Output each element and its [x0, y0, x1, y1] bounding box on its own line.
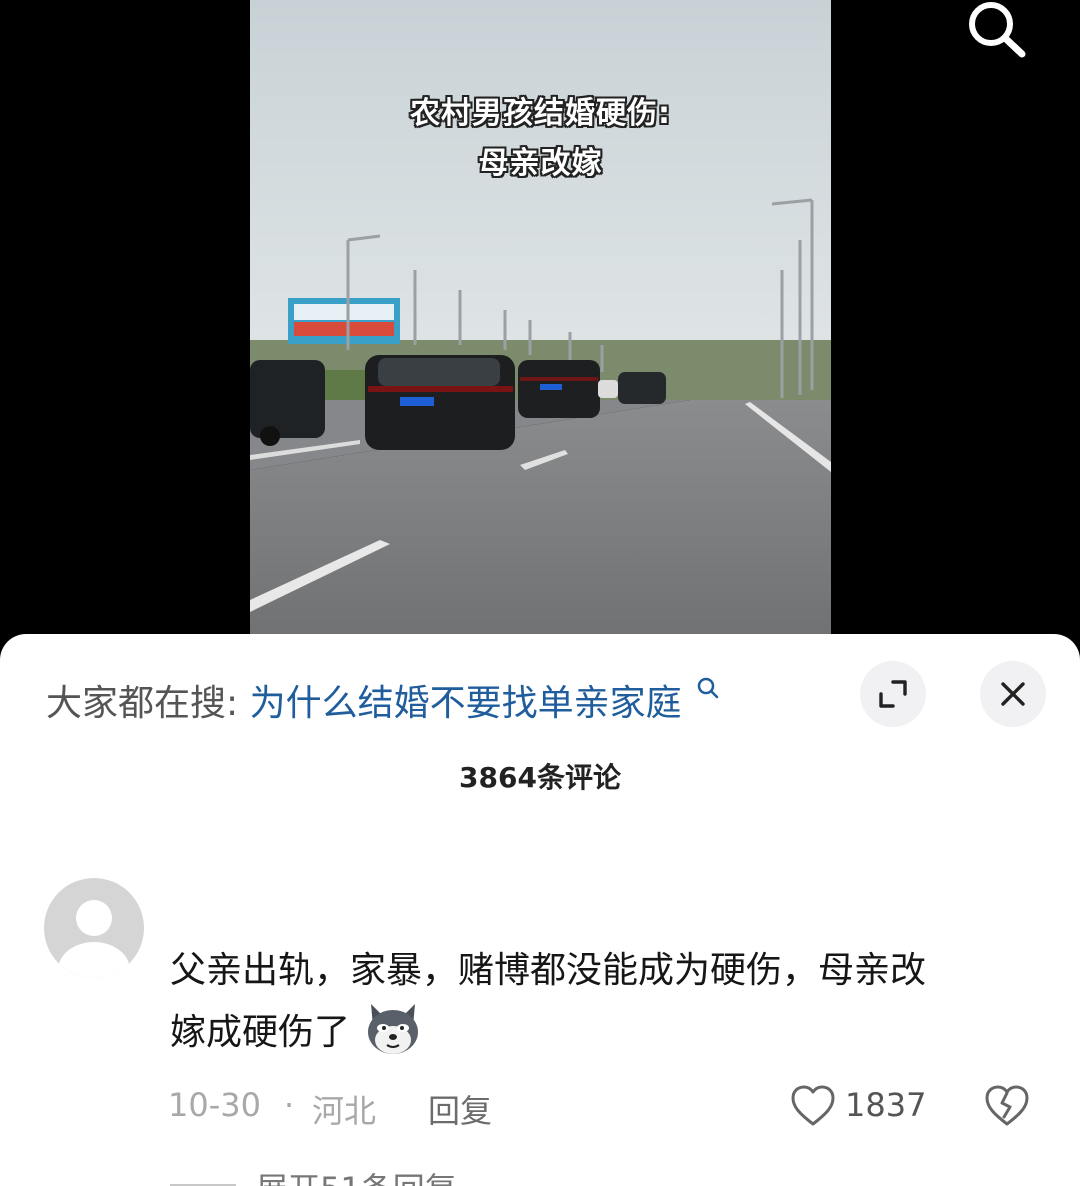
comment-location: 河北 [312, 1092, 377, 1130]
reply-button[interactable]: 回复 [428, 1086, 492, 1132]
husky-emoji-icon [368, 1004, 419, 1054]
close-icon [1001, 682, 1025, 706]
expand-replies-button[interactable]: 展开51条回复 ⌄ [256, 1164, 494, 1186]
search-suggestion[interactable]: 大家都在搜: 为什么结婚不要找单亲家庭 [46, 674, 720, 726]
heart-icon [791, 1085, 835, 1126]
comment-text-line2-text: 嫁成硬伤了 [170, 1012, 351, 1053]
search-suggestion-prefix: 大家都在搜: [46, 683, 239, 724]
video-frame[interactable]: 农村男孩结婚硬伤: 母亲改嫁 [250, 0, 831, 640]
meta-separator: · [284, 1086, 295, 1124]
search-icon [969, 2, 1026, 58]
comment-text-line1: 父亲出轨，家暴，赌博都没能成为硬伤，母亲改 [170, 950, 927, 991]
default-avatar-icon [58, 900, 130, 978]
comments-sheet: 大家都在搜: 为什么结婚不要找单亲家庭 3864条评论 父亲出轨，家暴，赌博都没… [0, 634, 1080, 1186]
expand-icon [879, 680, 907, 708]
video-search-button[interactable] [958, 0, 1038, 64]
like-count: 1837 [845, 1086, 927, 1124]
comment-count: 3864条评论 [459, 761, 621, 794]
comment-date: 10-30 [168, 1086, 261, 1124]
search-icon [697, 677, 719, 699]
video-caption-line2: 母亲改嫁 [478, 146, 603, 181]
expand-replies-label: 展开51条回复 [256, 1170, 457, 1186]
like-button[interactable] [790, 1084, 836, 1132]
broken-heart-icon [985, 1085, 1029, 1126]
dislike-button[interactable] [984, 1084, 1030, 1132]
car-left [250, 360, 325, 446]
comment-text-line2: 嫁成硬伤了 [170, 1002, 1030, 1064]
search-suggestion-query[interactable]: 为什么结婚不要找单亲家庭 [250, 683, 682, 724]
chevron-down-icon: ⌄ [467, 1170, 494, 1186]
car-front [365, 355, 515, 450]
video-caption-line1: 农村男孩结婚硬伤: [410, 96, 671, 131]
comment-text: 父亲出轨，家暴，赌博都没能成为硬伤，母亲改 嫁成硬伤了 [170, 940, 1030, 1064]
avatar[interactable] [44, 878, 144, 978]
video-player[interactable]: 农村男孩结婚硬伤: 母亲改嫁 [0, 0, 1080, 660]
expand-button[interactable] [860, 661, 926, 727]
close-button[interactable] [980, 661, 1046, 727]
